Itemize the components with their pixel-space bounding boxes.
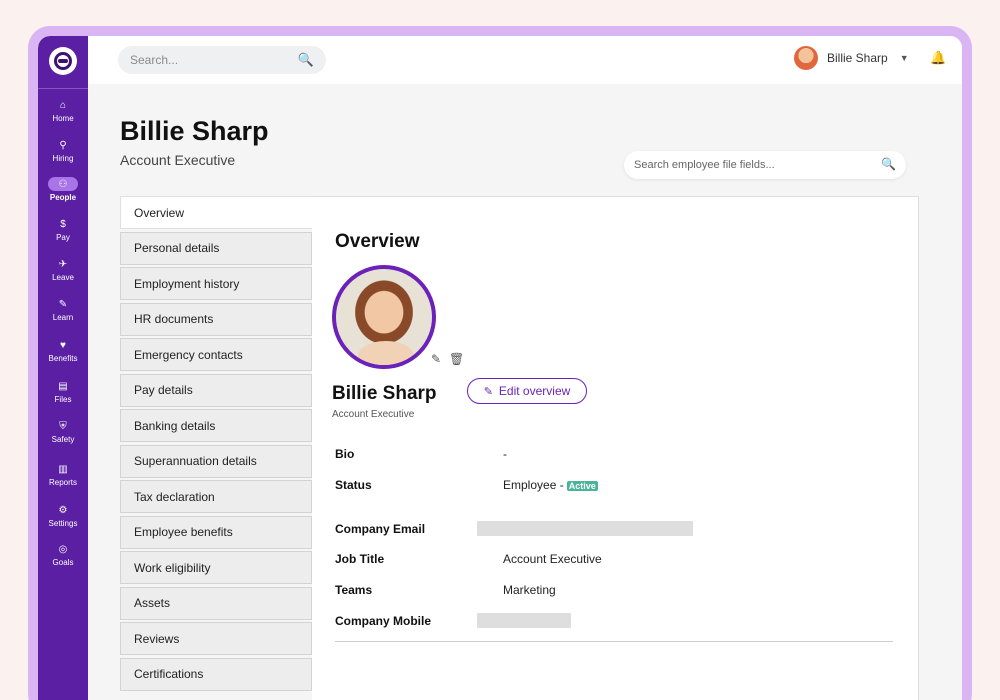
home-icon: ⌂ xyxy=(59,99,67,111)
bell-icon[interactable]: 🔔 xyxy=(930,50,946,66)
menu-item-pay-details[interactable]: Pay details xyxy=(120,373,312,407)
redacted-email xyxy=(477,521,693,536)
search-icon[interactable]: 🔍 xyxy=(881,157,896,171)
overview-panel: Overview ✎ 🗑 Billie Sharp Account Execut… xyxy=(312,196,919,700)
sidebar-item-label: Pay xyxy=(56,233,70,242)
pencil-icon[interactable]: ✎ xyxy=(431,352,441,366)
sidebar-item-settings[interactable]: ⚙ Settings xyxy=(38,503,88,529)
safety-icon: ⛨ xyxy=(59,420,67,432)
sidebar-item-hiring[interactable]: ⚲ Hiring xyxy=(38,138,88,164)
menu-item-overview[interactable]: Overview xyxy=(120,196,312,229)
pay-icon: $ xyxy=(60,218,66,230)
reports-icon: ▥ xyxy=(58,463,68,475)
file-search-placeholder: Search employee file fields... xyxy=(634,159,775,171)
sidebar-divider xyxy=(38,88,88,89)
menu-item-work-eligibility[interactable]: Work eligibility xyxy=(120,551,312,584)
job-title-value: Account Executive xyxy=(503,552,602,566)
sidebar-item-label: Safety xyxy=(51,435,75,444)
teams-label: Teams xyxy=(335,583,373,597)
sidebar-item-label: Home xyxy=(52,114,74,123)
mobile-label: Company Mobile xyxy=(335,614,432,628)
section-divider xyxy=(335,641,893,642)
menu-item-certifications[interactable]: Certifications xyxy=(120,657,312,691)
job-title-label: Job Title xyxy=(335,552,385,566)
files-icon: ▤ xyxy=(58,380,68,392)
sidebar-item-pay[interactable]: $ Pay xyxy=(38,217,88,243)
teams-value: Marketing xyxy=(503,583,556,597)
page-title: Billie Sharp xyxy=(120,116,269,146)
employee-file-menu: Overview Personal details Employment histo… xyxy=(120,196,312,693)
profile-name: Billie Sharp xyxy=(332,383,437,404)
menu-item-reviews[interactable]: Reviews xyxy=(120,622,312,655)
user-name: Billie Sharp xyxy=(827,51,888,65)
sidebar-item-label: Benefits xyxy=(48,354,78,363)
settings-icon: ⚙ xyxy=(58,504,68,516)
sidebar-item-label: Learn xyxy=(52,313,74,322)
sidebar-item-learn[interactable]: ✎ Learn xyxy=(38,297,88,323)
bio-label: Bio xyxy=(335,447,355,461)
status-label: Status xyxy=(335,478,372,492)
profile-photo xyxy=(332,265,436,369)
sidebar-item-goals[interactable]: ◎ Goals xyxy=(38,542,88,568)
sidebar-item-people[interactable]: ⚇ People xyxy=(38,177,88,202)
email-label: Company Email xyxy=(335,522,426,536)
search-icon[interactable]: 🔍 xyxy=(298,52,314,68)
sidebar-item-label: Reports xyxy=(48,478,77,487)
sidebar-item-benefits[interactable]: ♥ Benefits xyxy=(38,338,88,364)
menu-item-hr-documents[interactable]: HR documents xyxy=(120,302,312,336)
section-title: Overview xyxy=(335,231,420,252)
bio-value: - xyxy=(503,447,507,461)
hiring-icon: ⚲ xyxy=(59,139,67,151)
goals-icon: ◎ xyxy=(58,543,68,555)
menu-item-assets[interactable]: Assets xyxy=(120,586,312,620)
sidebar-item-label: Hiring xyxy=(52,154,74,163)
app-window: ⌂ Home ⚲ Hiring ⚇ People $ Pay ✈ Leave ✎ Learn ♥ Bene… xyxy=(38,36,962,700)
pencil-icon: ✎ xyxy=(483,385,493,398)
menu-item-tax-declaration[interactable]: Tax declaration xyxy=(120,480,312,513)
employee-file-search-input[interactable]: Search employee file fields... 🔍 xyxy=(624,151,906,179)
sidebar-item-label: People xyxy=(49,193,77,202)
sidebar-item-label: Settings xyxy=(48,519,78,528)
menu-item-superannuation-details[interactable]: Superannuation details xyxy=(120,444,312,478)
status-value: Employee - Active xyxy=(503,478,598,492)
sidebar-item-label: Files xyxy=(54,395,72,404)
sidebar-item-label: Goals xyxy=(52,558,74,567)
leave-icon: ✈ xyxy=(58,258,68,270)
sidebar: ⌂ Home ⚲ Hiring ⚇ People $ Pay ✈ Leave ✎ Learn ♥ Bene… xyxy=(38,36,88,700)
search-placeholder: Search... xyxy=(130,53,179,67)
sidebar-item-files[interactable]: ▤ Files xyxy=(38,379,88,405)
chevron-down-icon[interactable]: ▼ xyxy=(900,53,909,63)
status-badge: Active xyxy=(566,480,598,491)
menu-item-emergency-contacts[interactable]: Emergency contacts xyxy=(120,338,312,371)
page-subtitle: Account Executive xyxy=(120,152,236,168)
top-bar: Search... 🔍 Billie Sharp ▼ 🔔 xyxy=(88,36,962,84)
sidebar-item-safety[interactable]: ⛨ Safety xyxy=(38,419,88,445)
sidebar-item-home[interactable]: ⌂ Home xyxy=(38,98,88,124)
menu-item-banking-details[interactable]: Banking details xyxy=(120,409,312,442)
sidebar-item-label: Leave xyxy=(52,273,74,282)
avatar xyxy=(794,46,818,70)
menu-item-personal-details[interactable]: Personal details xyxy=(120,231,312,265)
edit-overview-label: Edit overview xyxy=(498,384,571,398)
edit-overview-button[interactable]: ✎ Edit overview xyxy=(467,378,587,404)
sidebar-item-leave[interactable]: ✈ Leave xyxy=(38,257,88,283)
global-search-input[interactable]: Search... 🔍 xyxy=(118,46,326,74)
menu-item-employment-history[interactable]: Employment history xyxy=(120,267,312,300)
sidebar-item-reports[interactable]: ▥ Reports xyxy=(38,462,88,488)
people-icon: ⚇ xyxy=(48,177,78,191)
app-logo[interactable] xyxy=(49,47,77,75)
benefits-icon: ♥ xyxy=(60,339,66,351)
learn-icon: ✎ xyxy=(58,298,68,310)
trash-icon[interactable]: 🗑 xyxy=(449,352,464,366)
profile-role: Account Executive xyxy=(332,409,415,420)
menu-item-employee-benefits[interactable]: Employee benefits xyxy=(120,515,312,549)
status-text: Employee - xyxy=(503,478,564,492)
logo-mark-icon xyxy=(54,52,72,70)
user-menu[interactable]: Billie Sharp ▼ xyxy=(794,46,909,70)
redacted-mobile xyxy=(477,613,571,628)
